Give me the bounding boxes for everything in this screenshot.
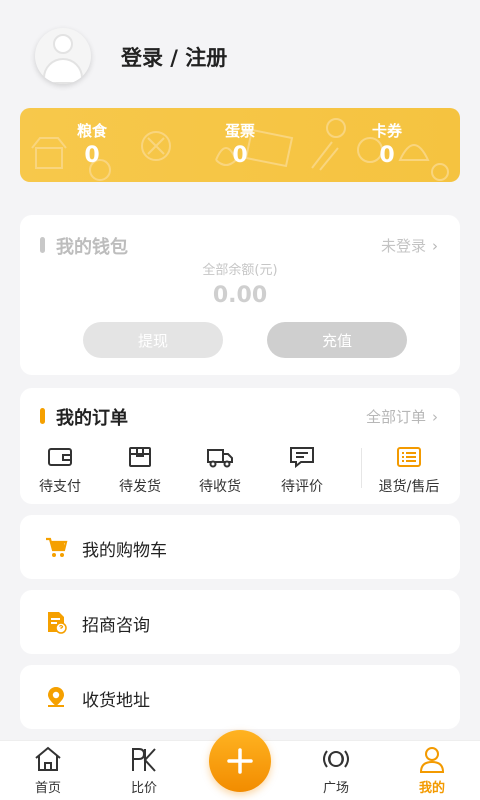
broadcast-icon bbox=[323, 750, 349, 768]
shipping-address-item[interactable]: 收货地址 bbox=[20, 665, 460, 729]
order-pending-payment-label: 待支付 bbox=[39, 479, 81, 495]
wallet-card: 我的钱包 未登录 › 全部余额(元) 0.00 提现 充值 bbox=[20, 215, 460, 375]
avatar[interactable] bbox=[35, 28, 91, 84]
chevron-right-icon: › bbox=[432, 408, 438, 426]
coupon-points[interactable]: 卡券 0 bbox=[347, 120, 427, 168]
cart-icon bbox=[46, 537, 68, 557]
pk-compare-icon bbox=[132, 748, 156, 772]
order-pending-review-label: 待评价 bbox=[281, 479, 323, 495]
order-pending-receipt[interactable]: 待收货 bbox=[180, 446, 260, 496]
withdraw-button[interactable]: 提现 bbox=[83, 322, 223, 358]
egg-ticket-points[interactable]: 蛋票 0 bbox=[200, 120, 280, 168]
wallet-title: 我的钱包 bbox=[40, 233, 128, 259]
shopping-cart-label: 我的购物车 bbox=[82, 541, 167, 561]
order-pending-shipment[interactable]: 待发货 bbox=[100, 446, 180, 496]
orders-title: 我的订单 bbox=[40, 404, 128, 430]
user-icon bbox=[419, 747, 445, 773]
return-list-icon bbox=[397, 447, 421, 467]
order-return-aftersale-label: 退货/售后 bbox=[378, 479, 440, 495]
publish-plus-button[interactable] bbox=[209, 730, 271, 792]
home-icon bbox=[35, 746, 61, 771]
grain-label: 粮食 bbox=[76, 122, 107, 140]
egg-ticket-value: 0 bbox=[232, 143, 248, 168]
egg-ticket-label: 蛋票 bbox=[224, 122, 255, 140]
order-pending-payment[interactable]: 待支付 bbox=[20, 446, 100, 496]
tab-mine-label: 我的 bbox=[418, 781, 445, 796]
tab-square[interactable]: 广场 bbox=[288, 741, 384, 800]
tab-mine[interactable]: 我的 bbox=[384, 741, 480, 800]
orders-divider bbox=[361, 448, 362, 488]
grain-value: 0 bbox=[84, 143, 100, 168]
tab-compare[interactable]: 比价 bbox=[96, 741, 192, 800]
merchant-consult-label: 招商咨询 bbox=[82, 616, 150, 636]
document-question-icon bbox=[48, 612, 67, 634]
grain-points[interactable]: 粮食 0 bbox=[52, 120, 132, 168]
truck-icon bbox=[207, 449, 233, 468]
balance-label: 全部余额(元) bbox=[202, 263, 278, 278]
orders-card: 我的订单 全部订单 › 待支付 待发货 待收货 待评价 退货/售后 bbox=[20, 388, 460, 504]
order-pending-review[interactable]: 待评价 bbox=[262, 446, 342, 496]
orders-title-text: 我的订单 bbox=[56, 408, 128, 429]
location-pin-icon bbox=[48, 687, 64, 707]
recharge-button[interactable]: 充值 bbox=[267, 322, 407, 358]
orders-title-bar bbox=[40, 408, 45, 424]
profile-header: 登录 / 注册 bbox=[0, 0, 480, 104]
wallet-status-text: 未登录 bbox=[380, 237, 426, 255]
avatar-body-shape bbox=[43, 58, 83, 84]
wallet-login-status[interactable]: 未登录 › bbox=[381, 235, 438, 256]
login-register-link[interactable]: 登录 / 注册 bbox=[121, 42, 227, 72]
tab-square-label: 广场 bbox=[322, 781, 349, 796]
chevron-right-icon: › bbox=[432, 237, 438, 255]
points-card: 粮食 0 蛋票 0 卡券 0 bbox=[20, 108, 460, 182]
balance-value: 0.00 bbox=[212, 283, 268, 308]
plus-icon bbox=[227, 748, 253, 774]
coupon-value: 0 bbox=[379, 143, 395, 168]
tab-compare-label: 比价 bbox=[130, 781, 157, 796]
wallet-title-bar bbox=[40, 237, 45, 253]
package-icon bbox=[129, 447, 151, 467]
comment-icon bbox=[290, 447, 314, 468]
merchant-consult-item[interactable]: 招商咨询 bbox=[20, 590, 460, 654]
order-pending-receipt-label: 待收货 bbox=[199, 479, 241, 495]
avatar-head-shape bbox=[53, 34, 73, 54]
shopping-cart-item[interactable]: 我的购物车 bbox=[20, 515, 460, 579]
tab-home[interactable]: 首页 bbox=[0, 741, 96, 800]
all-orders-text: 全部订单 bbox=[365, 408, 426, 426]
all-orders-link[interactable]: 全部订单 › bbox=[366, 406, 438, 427]
order-pending-shipment-label: 待发货 bbox=[119, 479, 161, 495]
tab-home-label: 首页 bbox=[34, 781, 61, 796]
order-return-aftersale[interactable]: 退货/售后 bbox=[369, 446, 449, 496]
shipping-address-label: 收货地址 bbox=[82, 691, 150, 711]
coupon-label: 卡券 bbox=[371, 122, 402, 140]
wallet-icon bbox=[48, 448, 72, 466]
wallet-title-text: 我的钱包 bbox=[56, 237, 128, 258]
